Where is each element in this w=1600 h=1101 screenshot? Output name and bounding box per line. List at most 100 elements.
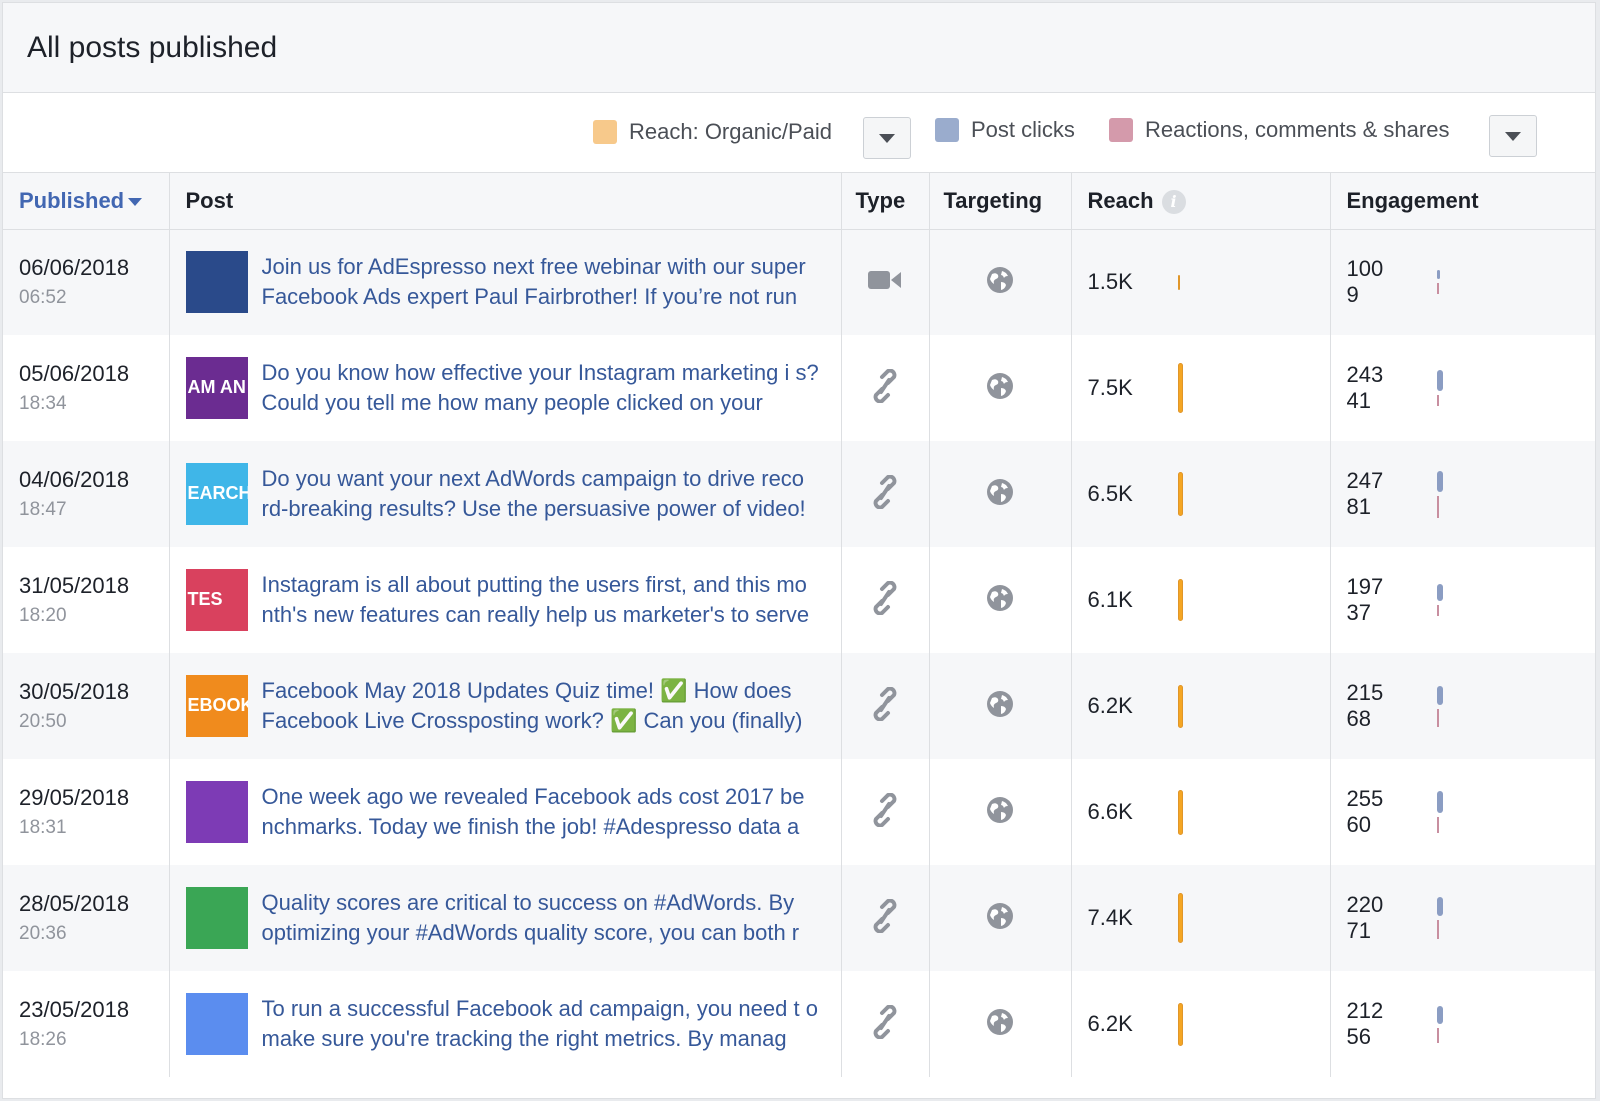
post-link[interactable]: Join us for AdEspresso next free webinar… — [262, 252, 825, 312]
post-clicks-bar[interactable] — [1436, 470, 1443, 492]
engagement-dropdown-button[interactable] — [1489, 115, 1537, 157]
reach-dropdown-button[interactable] — [863, 117, 911, 159]
reactions-bar[interactable] — [1436, 495, 1439, 518]
reactions-bar[interactable] — [1436, 1027, 1439, 1043]
reactions-value: 37 — [1346, 600, 1371, 625]
reactions-bar[interactable] — [1436, 920, 1439, 939]
post-link[interactable]: Do you want your next AdWords campaign t… — [262, 464, 825, 524]
post-clicks-bar[interactable] — [1436, 370, 1443, 391]
reactions-bar[interactable] — [1436, 605, 1439, 616]
post-thumbnail[interactable]: TES — [185, 569, 248, 631]
post-link[interactable]: Instagram is all about putting the users… — [262, 570, 825, 630]
info-icon[interactable]: i — [1161, 189, 1186, 214]
column-reach[interactable]: Reach i — [1070, 173, 1330, 230]
post-time: 18:26 — [19, 1029, 67, 1050]
post-clicks-bar[interactable] — [1436, 685, 1443, 705]
reactions-bar[interactable] — [1436, 283, 1439, 295]
post-link[interactable]: Do you know how effective your Instagram… — [262, 358, 825, 418]
legend-reach-label: Reach: Organic/Paid — [629, 119, 832, 144]
post-cell: AM AN Do you know how effective your Inst… — [168, 335, 841, 441]
post-date: 23/05/2018 — [19, 997, 130, 1022]
reach-cell: 7.4K — [1070, 865, 1330, 971]
post-link[interactable]: One week ago we revealed Facebook ads co… — [262, 782, 825, 842]
column-published-label: Published — [19, 187, 125, 213]
type-cell — [840, 759, 929, 865]
reach-bar[interactable] — [1177, 579, 1183, 621]
reach-cell: 6.1K — [1070, 547, 1330, 653]
post-thumbnail[interactable] — [185, 993, 248, 1055]
post-link[interactable]: To run a successful Facebook ad campaign… — [262, 994, 825, 1054]
reach-bar[interactable] — [1177, 1002, 1183, 1046]
globe-icon[interactable] — [986, 372, 1014, 404]
post-thumbnail[interactable] — [185, 781, 248, 843]
table-row[interactable]: 06/06/2018 06:52 Join us for AdEspresso ne… — [3, 229, 1595, 335]
table-row[interactable]: 31/05/2018 18:20 TES Instagram is all about… — [3, 547, 1595, 653]
globe-icon[interactable] — [986, 1008, 1014, 1040]
targeting-cell — [928, 865, 1071, 971]
legend-bar: Reach: Organic/Paid Post clicks Reaction… — [3, 93, 1595, 173]
globe-icon[interactable] — [986, 690, 1014, 722]
reactions-bar[interactable] — [1436, 395, 1439, 406]
thumbnail-text: EARCH+ — [187, 483, 248, 503]
post-cell: EBOOK Facebook May 2018 Updates Quiz time… — [168, 653, 841, 759]
chevron-down-icon — [879, 133, 895, 143]
post-link[interactable]: Facebook May 2018 Updates Quiz time! ✅ H… — [262, 676, 825, 736]
post-clicks-bar[interactable] — [1436, 270, 1440, 280]
table-row[interactable]: 04/06/2018 18:47 EARCH+ Do you want your ne… — [3, 441, 1595, 547]
engagement-cell: 220 71 — [1329, 865, 1595, 971]
reach-value: 6.6K — [1087, 799, 1133, 824]
reach-bar[interactable] — [1177, 363, 1183, 413]
reach-bar[interactable] — [1177, 684, 1183, 728]
targeting-cell — [928, 229, 1071, 335]
post-link[interactable]: Quality scores are critical to success o… — [262, 888, 825, 948]
table-row[interactable]: 30/05/2018 20:50 EBOOK Facebook May 2018 Up… — [3, 653, 1595, 759]
column-targeting[interactable]: Targeting — [928, 173, 1071, 230]
column-published[interactable]: Published — [3, 173, 169, 230]
reach-bar[interactable] — [1177, 274, 1180, 290]
post-thumbnail[interactable]: EARCH+ — [185, 463, 248, 525]
table-row[interactable]: 29/05/2018 18:31 One week ago we revealed … — [3, 759, 1595, 865]
column-engagement[interactable]: Engagement — [1329, 173, 1595, 230]
published-cell: 04/06/2018 18:47 — [3, 441, 169, 547]
engagement-cell: 212 56 — [1329, 971, 1595, 1077]
table-row[interactable]: 28/05/2018 20:36 Quality scores are critic… — [3, 865, 1595, 971]
link-icon — [870, 792, 900, 831]
reactions-bar[interactable] — [1436, 708, 1439, 727]
post-time: 20:50 — [19, 711, 67, 732]
post-date: 06/06/2018 — [19, 255, 130, 281]
globe-icon[interactable] — [986, 478, 1014, 510]
table-row[interactable]: 05/06/2018 18:34 AM AN Do you know how effe… — [3, 335, 1595, 441]
globe-icon[interactable] — [986, 584, 1014, 616]
post-clicks-value: 212 — [1346, 998, 1384, 1023]
globe-icon[interactable] — [986, 902, 1014, 934]
reach-bar[interactable] — [1177, 789, 1183, 835]
post-clicks-bar[interactable] — [1436, 1005, 1443, 1024]
post-thumbnail[interactable] — [185, 887, 248, 949]
reach-bar[interactable] — [1177, 893, 1183, 943]
engagement-cell: 100 9 — [1329, 229, 1595, 335]
reactions-value: 9 — [1346, 282, 1359, 308]
column-post[interactable]: Post — [168, 173, 841, 230]
engagement-cell: 243 41 — [1329, 335, 1595, 441]
reach-cell: 6.6K — [1070, 759, 1330, 865]
reach-bar[interactable] — [1177, 472, 1183, 516]
published-cell: 29/05/2018 18:31 — [3, 759, 169, 865]
globe-icon[interactable] — [986, 266, 1014, 298]
column-type[interactable]: Type — [840, 173, 929, 230]
post-thumbnail[interactable]: EBOOK — [185, 675, 248, 737]
published-cell: 06/06/2018 06:52 — [3, 229, 169, 335]
post-clicks-value: 247 — [1346, 468, 1384, 493]
post-thumbnail[interactable]: AM AN — [185, 357, 248, 419]
engagement-cell: 255 60 — [1329, 759, 1595, 865]
post-thumbnail[interactable] — [185, 251, 248, 314]
post-clicks-bar[interactable] — [1436, 897, 1443, 916]
reactions-bar[interactable] — [1436, 817, 1439, 833]
post-cell: One week ago we revealed Facebook ads co… — [168, 759, 841, 865]
post-clicks-bar[interactable] — [1436, 791, 1443, 813]
post-time: 18:34 — [19, 393, 67, 414]
table-header-row: Published Post Type Targeting Reach i Eng… — [3, 173, 1595, 230]
targeting-cell — [928, 335, 1071, 441]
post-clicks-bar[interactable] — [1436, 584, 1443, 601]
table-row[interactable]: 23/05/2018 18:26 To run a successful Faceb… — [3, 971, 1595, 1077]
globe-icon[interactable] — [986, 796, 1014, 828]
